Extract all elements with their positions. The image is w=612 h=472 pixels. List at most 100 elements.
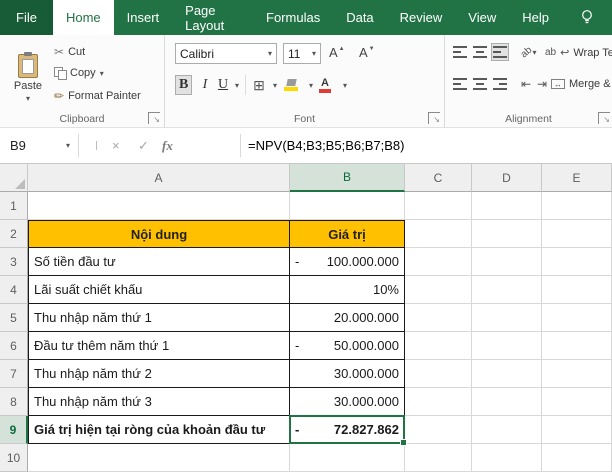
row-header-8[interactable]: 8 [0,388,28,416]
cell-D4[interactable] [472,276,542,304]
format-painter-button[interactable]: ✏ Format Painter [54,89,141,103]
align-middle-button[interactable] [471,43,489,61]
row-header-9[interactable]: 9 [0,416,28,444]
column-header-b[interactable]: B [290,164,405,192]
italic-button[interactable]: I [197,75,213,95]
cell-C10[interactable] [405,444,472,472]
wrap-text-button[interactable]: ab↩ Wrap Text [545,46,612,59]
cell-E4[interactable] [542,276,612,304]
align-center-button[interactable] [471,75,489,93]
tab-view[interactable]: View [455,0,509,35]
merge-center-button[interactable]: ↔ Merge & Cent ▾ [551,78,612,90]
underline-dropdown[interactable]: ▾ [229,75,245,95]
align-right-button[interactable] [491,75,509,93]
row-header-6[interactable]: 6 [0,332,28,360]
cell-C2[interactable] [405,220,472,248]
row-header-5[interactable]: 5 [0,304,28,332]
bold-button[interactable]: B [175,75,192,95]
cell-D10[interactable] [472,444,542,472]
row-header-10[interactable]: 10 [0,444,28,472]
align-left-button[interactable] [451,75,469,93]
cell-B8[interactable]: 30.000.000 [290,388,405,416]
tab-help[interactable]: Help [509,0,562,35]
font-name-select[interactable]: Calibri ▾ [175,43,277,64]
row-header-4[interactable]: 4 [0,276,28,304]
cell-B6[interactable]: -50.000.000 [290,332,405,360]
cell-B7[interactable]: 30.000.000 [290,360,405,388]
column-header-a[interactable]: A [28,164,290,192]
cell-E6[interactable] [542,332,612,360]
cell-D5[interactable] [472,304,542,332]
borders-button[interactable]: ⊞ [251,75,267,95]
cell-A8[interactable]: Thu nhập năm thứ 3 [28,388,290,416]
enter-button[interactable]: ✓ [138,128,149,163]
cell-E1[interactable] [542,192,612,220]
cell-E5[interactable] [542,304,612,332]
cell-B5[interactable]: 20.000.000 [290,304,405,332]
cell-C9[interactable] [405,416,472,444]
cell-B2[interactable]: Giá trị [290,220,405,248]
cell-D9[interactable] [472,416,542,444]
increase-font-size-button[interactable]: A ▲ [329,45,345,60]
cell-A10[interactable] [28,444,290,472]
cell-A7[interactable]: Thu nhập năm thứ 2 [28,360,290,388]
fill-color-button[interactable] [283,75,299,95]
align-bottom-button[interactable] [491,43,509,61]
copy-button[interactable]: Copy ▾ [54,67,104,79]
formula-input[interactable]: =NPV(B4;B3;B5;B6;B7;B8) [248,128,404,163]
row-header-7[interactable]: 7 [0,360,28,388]
cell-A4[interactable]: Lãi suất chiết khấu [28,276,290,304]
cell-C7[interactable] [405,360,472,388]
increase-indent-button[interactable]: ⇥ [533,75,551,93]
cell-A3[interactable]: Số tiền đầu tư [28,248,290,276]
font-color-button[interactable]: A [317,75,333,95]
column-header-d[interactable]: D [472,164,542,192]
decrease-font-size-button[interactable]: A ▼ [359,45,375,60]
tab-home[interactable]: Home [53,0,114,35]
cell-A1[interactable] [28,192,290,220]
cell-C3[interactable] [405,248,472,276]
row-header-1[interactable]: 1 [0,192,28,220]
font-dialog-launcher[interactable]: ↘ [428,112,440,124]
paste-button[interactable]: Paste ▾ [6,41,50,115]
cell-C4[interactable] [405,276,472,304]
cell-A9[interactable]: Giá trị hiện tại ròng của khoản đầu tư [28,416,290,444]
fill-handle[interactable] [400,439,407,446]
cell-B10[interactable] [290,444,405,472]
tab-formulas[interactable]: Formulas [253,0,333,35]
cell-D2[interactable] [472,220,542,248]
cell-E7[interactable] [542,360,612,388]
row-header-2[interactable]: 2 [0,220,28,248]
cell-E3[interactable] [542,248,612,276]
font-color-dropdown[interactable]: ▾ [337,75,353,95]
tab-file[interactable]: File [0,0,53,35]
cell-B1[interactable] [290,192,405,220]
cell-D1[interactable] [472,192,542,220]
cell-B3[interactable]: -100.000.000 [290,248,405,276]
cell-C8[interactable] [405,388,472,416]
tab-page-layout[interactable]: Page Layout [172,0,253,35]
tab-insert[interactable]: Insert [114,0,173,35]
tab-review[interactable]: Review [387,0,456,35]
cell-A2[interactable]: Nội dung [28,220,290,248]
tell-me-button[interactable] [562,0,612,35]
align-top-button[interactable] [451,43,469,61]
cell-A6[interactable]: Đầu tư thêm năm thứ 1 [28,332,290,360]
cell-E10[interactable] [542,444,612,472]
tab-data[interactable]: Data [333,0,386,35]
orientation-button[interactable]: ab ▾ [517,43,541,61]
cell-E8[interactable] [542,388,612,416]
cell-E9[interactable] [542,416,612,444]
cell-E2[interactable] [542,220,612,248]
cell-C1[interactable] [405,192,472,220]
cell-C5[interactable] [405,304,472,332]
cell-B4[interactable]: 10% [290,276,405,304]
cancel-button[interactable]: × [112,128,120,163]
cell-B9-selected[interactable]: - 72.827.862 [290,416,405,444]
name-box[interactable]: B9 ▾ [0,128,78,163]
cell-D8[interactable] [472,388,542,416]
column-header-c[interactable]: C [405,164,472,192]
cut-button[interactable]: ✂ Cut [54,45,85,59]
row-header-3[interactable]: 3 [0,248,28,276]
font-size-select[interactable]: 11 ▾ [283,43,321,64]
